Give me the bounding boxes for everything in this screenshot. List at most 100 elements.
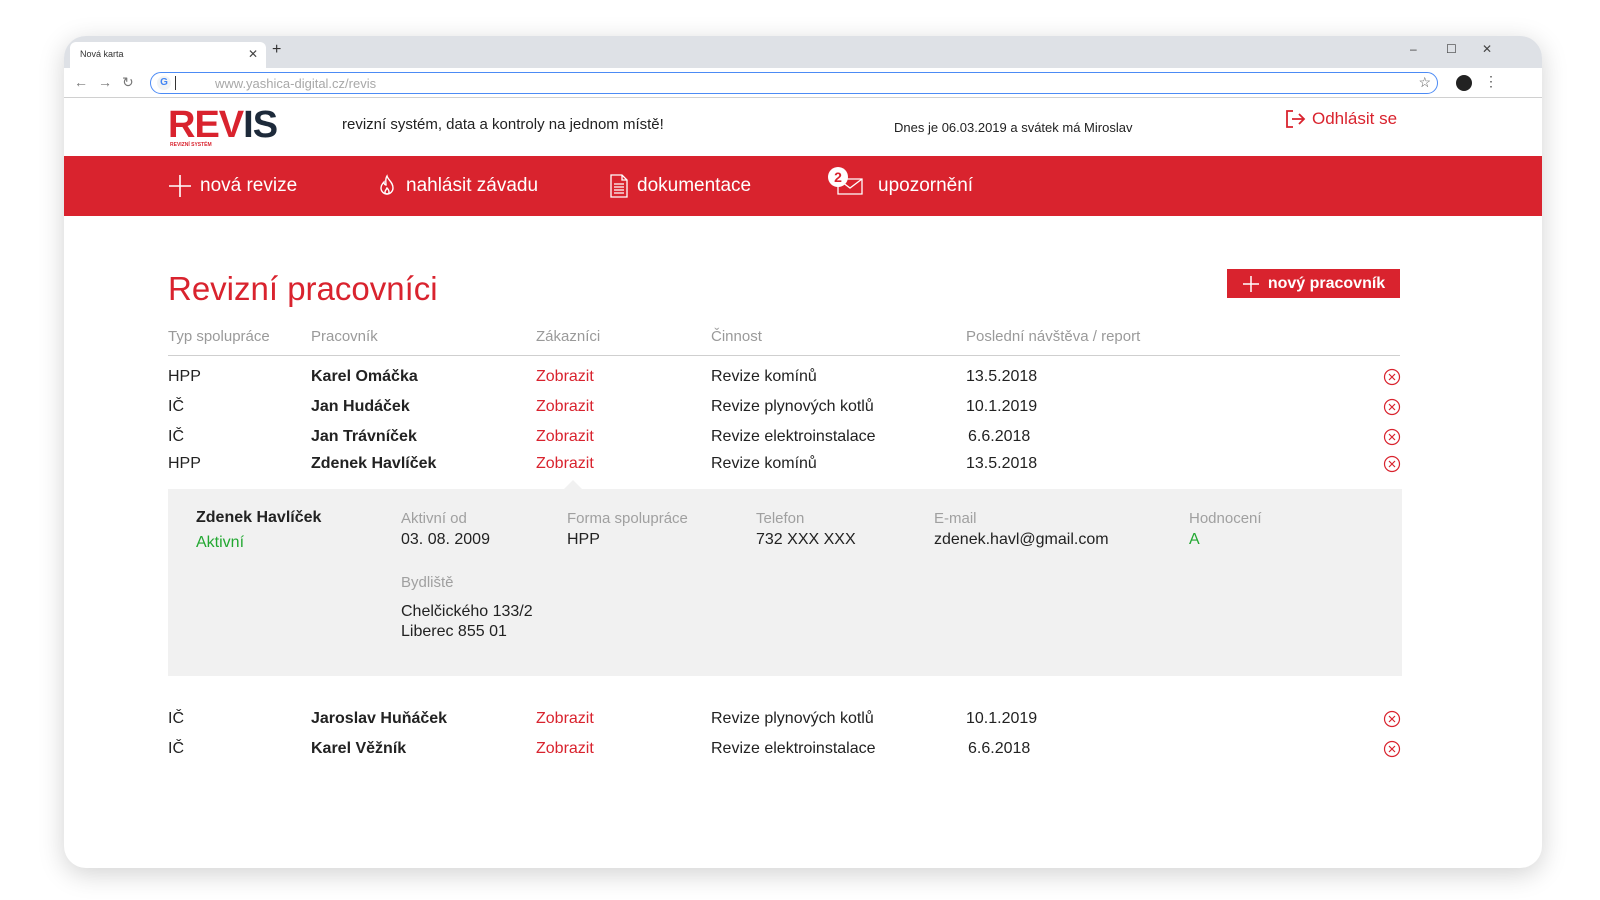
detail-address-line2: Liberec 855 01 [401,623,507,640]
column-header: Pracovník [311,328,378,345]
detail-label: Aktivní od [401,510,467,527]
cell-activity: Revize elektroinstalace [711,740,876,757]
minimize-icon[interactable]: – [1410,42,1417,56]
logo-part-red: REV [168,104,244,146]
add-worker-button[interactable]: nový pracovník [1227,269,1400,298]
back-icon[interactable]: ← [74,74,88,90]
logo-part-dark: IS [243,104,278,146]
delete-circle-icon[interactable] [1383,368,1401,386]
bookmark-star-icon[interactable]: ☆ [1418,74,1431,91]
cell-name: Jan Trávníček [311,428,417,445]
profile-avatar[interactable] [1456,75,1472,91]
browser-tab[interactable]: Nová karta ✕ [70,42,266,68]
tab-title: Nová karta [80,49,124,59]
cell-type: IČ [168,710,184,727]
column-header: Činnost [711,328,762,345]
delete-circle-icon[interactable] [1383,740,1401,758]
cell-activity: Revize elektroinstalace [711,428,876,445]
new-tab-icon[interactable]: + [272,41,281,59]
worker-detail-panel: Zdenek Havlíček Aktivní Aktivní od 03. 0… [168,489,1402,676]
table-row[interactable]: HPP Karel Omáčka Zobrazit Revize komínů … [168,366,1401,390]
detail-address-line1: Chelčického 133/2 [401,603,533,620]
delete-circle-icon[interactable] [1383,428,1401,446]
show-customers-link[interactable]: Zobrazit [536,428,594,446]
cell-activity: Revize komínů [711,368,817,385]
url-text: www.yashica-digital.cz/revis [215,76,377,91]
column-header: Poslední návštěva / report [966,328,1141,345]
show-customers-link[interactable]: Zobrazit [536,398,594,416]
cell-name: Zdenek Havlíček [311,455,437,472]
delete-circle-icon[interactable] [1383,710,1401,728]
nav-item-notifications[interactable]: 2 upozornění [828,156,974,216]
delete-circle-icon[interactable] [1383,455,1401,473]
cell-name: Jan Hudáček [311,398,410,415]
show-customers-link[interactable]: Zobrazit [536,740,594,758]
detail-rating: A [1189,531,1200,548]
cell-name: Jaroslav Huňáček [311,710,448,727]
logout-button[interactable]: Odhlásit se [1284,108,1397,130]
cell-type: IČ [168,428,184,445]
detail-label: E-mail [934,510,977,527]
show-customers-link[interactable]: Zobrazit [536,368,594,386]
nav-item-report-fault[interactable]: nahlásit závadu [376,156,538,216]
cell-last-visit: 10.1.2019 [966,710,1038,727]
menu-kebab-icon[interactable]: ⋮ [1484,73,1498,90]
cell-type: HPP [168,368,201,385]
cell-last-visit: 13.5.2018 [966,455,1038,472]
detail-email[interactable]: zdenek.havl@gmail.com [934,531,1109,549]
table-row-expanded[interactable]: HPP Zdenek Havlíček Zobrazit Revize komí… [168,453,1401,477]
plus-icon [1242,275,1259,292]
nav-item-new-revision[interactable]: nová revize [168,156,297,216]
today-text: Dnes je 06.03.2019 a svátek má Miroslav [894,120,1133,135]
text-caret [175,76,176,90]
table-row[interactable]: IČ Karel Věžník Zobrazit Revize elektroi… [168,738,1401,762]
detail-form: HPP [567,531,600,548]
page-title: Revizní pracovníci [168,270,438,307]
logout-label: Odhlásit se [1312,109,1398,128]
tagline: revizní systém, data a kontroly na jedno… [342,116,664,133]
show-customers-link[interactable]: Zobrazit [536,455,594,473]
table-row[interactable]: IČ Jan Hudáček Zobrazit Revize plynových… [168,396,1401,420]
column-header: Zákazníci [536,328,601,345]
cell-last-visit: 6.6.2018 [968,740,1031,757]
cell-name: Karel Omáčka [311,368,418,385]
detail-pointer [564,480,582,489]
cell-activity: Revize plynových kotlů [711,398,874,415]
browser-window: Nová karta ✕ + – ☐ ✕ ← → ↻ G www.yashica… [64,36,1542,868]
nav-item-documentation[interactable]: dokumentace [609,156,751,216]
column-header: Typ spolupráce [168,328,270,345]
logo-subtitle: REVIZNÍ SYSTÉM [170,142,212,148]
address-bar: ← → ↻ G www.yashica-digital.cz/revis ☆ ⋮ [64,68,1542,98]
forward-icon[interactable]: → [98,74,112,90]
nav-label: nahlásit závadu [406,175,539,196]
document-icon [610,174,628,198]
nav-label: upozornění [878,175,974,196]
table-row[interactable]: IČ Jan Trávníček Zobrazit Revize elektro… [168,426,1401,450]
detail-status: Aktivní [196,534,245,551]
detail-label: Hodnocení [1189,510,1262,527]
cell-last-visit: 10.1.2019 [966,398,1038,415]
detail-label: Forma spolupráce [567,510,688,527]
maximize-icon[interactable]: ☐ [1446,42,1457,56]
notification-badge: 2 [828,167,848,187]
close-window-icon[interactable]: ✕ [1482,42,1492,56]
nav-label: nová revize [200,175,298,196]
table-row[interactable]: IČ Jaroslav Huňáček Zobrazit Revize plyn… [168,708,1401,732]
cell-name: Karel Věžník [311,740,407,757]
revis-logo[interactable]: REVIS [168,104,278,146]
detail-label: Bydliště [401,574,454,591]
logout-icon [1286,110,1306,128]
tab-close-icon[interactable]: ✕ [248,47,258,61]
google-icon: G [157,76,171,90]
cell-type: IČ [168,740,184,757]
table-header: Typ spolupráce Pracovník Zákazníci Činno… [168,328,1400,356]
app-header: REVIS REVIZNÍ SYSTÉM revizní systém, dat… [64,98,1542,156]
main-nav: nová revize nahlásit závadu dokumentace … [64,156,1542,216]
cell-activity: Revize plynových kotlů [711,710,874,727]
show-customers-link[interactable]: Zobrazit [536,710,594,728]
delete-circle-icon[interactable] [1383,398,1401,416]
reload-icon[interactable]: ↻ [122,74,134,91]
cell-type: IČ [168,398,184,415]
url-input[interactable]: G www.yashica-digital.cz/revis ☆ [150,72,1438,94]
detail-active-from: 03. 08. 2009 [401,531,490,548]
